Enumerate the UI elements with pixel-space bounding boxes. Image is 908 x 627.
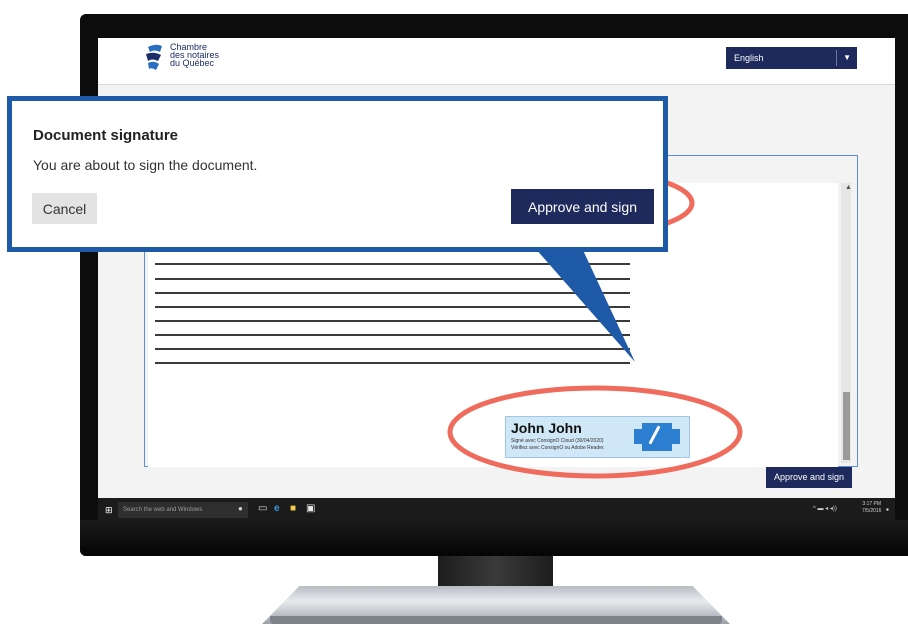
clock-time: 3:17 PM <box>862 501 882 507</box>
store-icon[interactable]: ▣ <box>306 503 315 515</box>
system-tray-icons[interactable]: ^ ▬ ◂ ◂)) <box>813 505 837 512</box>
document-text-line <box>155 292 630 294</box>
notifications-icon[interactable]: ▪ <box>886 505 889 514</box>
document-text-line <box>155 320 630 322</box>
signature-dialog: Document signature You are about to sign… <box>7 96 668 252</box>
approve-and-sign-button-small[interactable]: Approve and sign <box>766 467 852 488</box>
scroll-up-icon[interactable]: ▲ <box>845 184 852 191</box>
approve-and-sign-button[interactable]: Approve and sign <box>511 189 654 224</box>
signature-note: Vérifiez avec ConsignO ou Adobe Reader. <box>511 445 605 451</box>
monitor-stand-edge <box>270 616 722 624</box>
logo-line: du Québec <box>170 58 215 68</box>
file-explorer-icon[interactable]: ■ <box>290 503 296 515</box>
signature-note: Signé avec ConsignO Cloud (30/04/2020) <box>511 438 604 444</box>
windows-start-icon[interactable]: ⊞ <box>105 506 113 515</box>
monitor-chin <box>80 520 908 556</box>
task-view-icon[interactable]: ▭ <box>258 503 267 515</box>
dialog-title: Document signature <box>33 127 179 144</box>
dialog-message: You are about to sign the document. <box>33 157 258 173</box>
language-selected: English <box>734 53 764 63</box>
taskbar-search-input[interactable]: Search the web and Windows <box>118 502 248 518</box>
monitor-stand-neck <box>438 556 553 590</box>
logo-text: Chambre des notaires du Québec <box>170 43 250 68</box>
cancel-button[interactable]: Cancel <box>32 193 97 224</box>
clock-date: 7/5/2016 <box>862 508 882 514</box>
signature-block: John John Signé avec ConsignO Cloud (30/… <box>505 416 690 458</box>
document-text-line <box>155 362 630 364</box>
document-text-line <box>155 334 630 336</box>
signer-name: John John <box>511 420 582 436</box>
taskbar-clock[interactable]: 3:17 PM 7/5/2016 <box>862 501 881 515</box>
windows-taskbar: ⊞ Search the web and Windows ● ▭ e ■ ▣ ^… <box>98 498 895 522</box>
scrollbar-thumb[interactable] <box>843 392 850 460</box>
chevron-down-icon: ▼ <box>843 53 851 62</box>
document-text-line <box>155 278 630 280</box>
microphone-icon[interactable]: ● <box>238 504 243 513</box>
select-divider <box>836 50 837 66</box>
document-text-line <box>155 263 630 265</box>
edge-browser-icon[interactable]: e <box>274 503 280 515</box>
app-header: Chambre des notaires du Québec English ▼ <box>98 38 895 85</box>
document-text-line <box>155 348 630 350</box>
language-select[interactable]: English ▼ <box>726 47 857 69</box>
document-text-line <box>155 306 630 308</box>
notaires-logo-icon <box>146 44 162 70</box>
